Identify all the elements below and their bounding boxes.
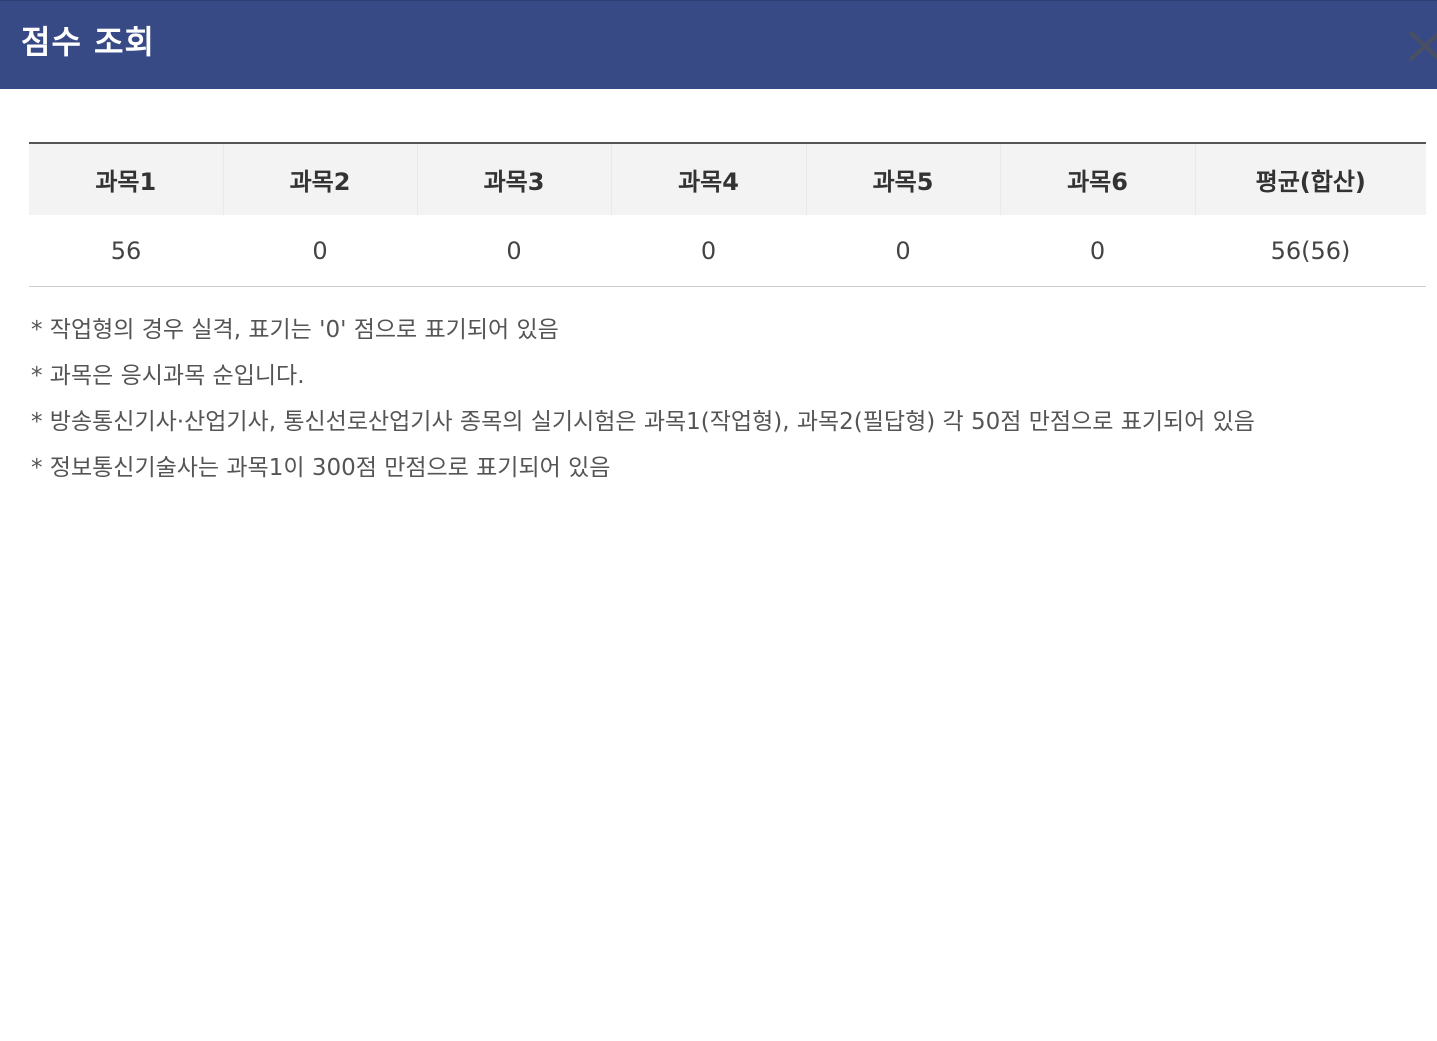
header-subject-2: 과목2 <box>222 143 417 215</box>
header-subject-5: 과목5 <box>805 143 1000 215</box>
header-subject-3: 과목3 <box>416 143 611 215</box>
note-item: * 정보통신기술사는 과목1이 300점 만점으로 표기되어 있음 <box>31 455 611 481</box>
score-subject-3: 0 <box>506 236 522 265</box>
note-item: * 작업형의 경우 실격, 표기는 '0' 점으로 표기되어 있음 <box>31 317 559 343</box>
score-subject-4: 0 <box>700 236 717 265</box>
score-subject-1: 56 <box>110 236 142 265</box>
notes-list: * 작업형의 경우 실격, 표기는 '0' 점으로 표기되어 있음 * 과목은 … <box>31 307 1431 491</box>
score-inquiry-modal: 점수 조회 과목1 과목2 과목3 과목4 과목5 과목6 평균(합산) 56 … <box>0 0 1437 1041</box>
note-item: * 과목은 응시과목 순입니다. <box>31 363 305 389</box>
close-button[interactable] <box>1406 29 1437 63</box>
score-subject-2: 0 <box>312 236 328 265</box>
header-average: 평균(합산) <box>1194 143 1426 215</box>
table-header-row: 과목1 과목2 과목3 과목4 과목5 과목6 평균(합산) <box>29 143 1426 215</box>
modal-title: 점수 조회 <box>21 23 155 61</box>
modal-header: 점수 조회 <box>0 0 1437 89</box>
score-table: 과목1 과목2 과목3 과목4 과목5 과목6 평균(합산) 56 0 0 0 … <box>29 142 1426 287</box>
score-average: 56(56) <box>1270 236 1351 265</box>
table-row: 56 0 0 0 0 0 56(56) <box>29 215 1426 287</box>
score-subject-5: 0 <box>895 236 911 265</box>
header-subject-1: 과목1 <box>29 143 223 215</box>
note-item: * 방송통신기사·산업기사, 통신선로산업기사 종목의 실기시험은 과목1(작업… <box>31 409 1255 435</box>
score-subject-6: 0 <box>1089 236 1106 265</box>
close-icon <box>1408 30 1437 62</box>
header-subject-6: 과목6 <box>999 143 1195 215</box>
header-subject-4: 과목4 <box>610 143 806 215</box>
